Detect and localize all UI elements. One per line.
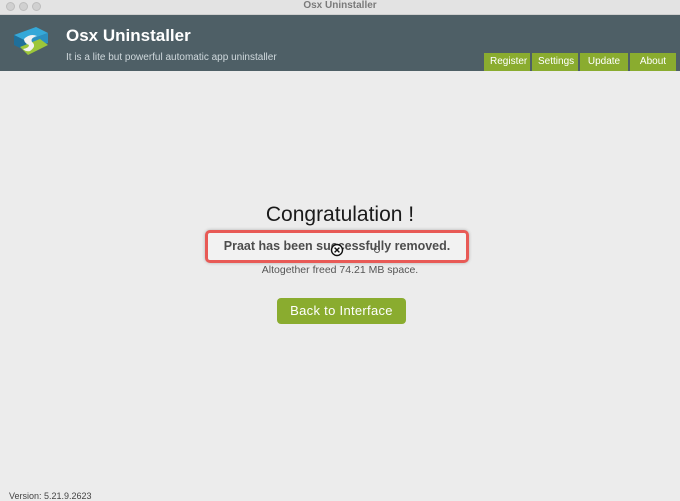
app-subtitle: It is a lite but powerful automatic app …	[66, 52, 277, 63]
about-button[interactable]: About	[630, 53, 676, 71]
header-nav: Register Settings Update About	[484, 53, 676, 71]
app-logo-icon	[14, 27, 48, 55]
settings-button[interactable]: Settings	[532, 53, 578, 71]
freed-space-text: Altogether freed 74.21 MB space.	[261, 264, 419, 276]
back-to-interface-button[interactable]: Back to Interface	[277, 298, 406, 324]
congratulation-heading: Congratulation !	[265, 203, 415, 226]
app-title: Osx Uninstaller	[66, 26, 191, 45]
register-button[interactable]: Register	[484, 53, 530, 71]
cursor-icon	[330, 243, 344, 257]
app-header: Osx Uninstaller It is a lite but powerfu…	[0, 15, 680, 71]
window-title: Osx Uninstaller	[303, 0, 377, 11]
text-caret-icon	[374, 246, 380, 253]
window-titlebar: Osx Uninstaller	[0, 0, 680, 15]
update-button[interactable]: Update	[580, 53, 628, 71]
